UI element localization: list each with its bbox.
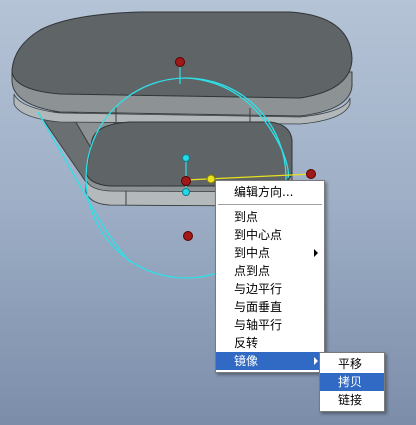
upper-plate-top-face[interactable] — [11, 11, 353, 99]
handle-point-red[interactable] — [306, 169, 316, 179]
menu-item-to-point[interactable]: 到点 — [216, 208, 324, 226]
menu-item-to-center-point[interactable]: 到中心点 — [216, 226, 324, 244]
menu-item-mirror[interactable]: 镜像 — [216, 352, 324, 370]
menu-item-edit-direction[interactable]: 编辑方向... — [216, 183, 324, 201]
menu-item-perpendicular-to-face[interactable]: 与面垂直 — [216, 298, 324, 316]
handle-point-cyan[interactable] — [182, 154, 190, 162]
handle-point-red[interactable] — [181, 176, 191, 186]
submenu-arrow-icon — [314, 249, 318, 257]
submenu-item-link[interactable]: 链接 — [320, 391, 384, 409]
menu-item-parallel-to-edge[interactable]: 与边平行 — [216, 280, 324, 298]
menu-item-point-to-point[interactable]: 点到点 — [216, 262, 324, 280]
menu-separator — [218, 204, 322, 205]
handle-point-cyan[interactable] — [182, 188, 190, 196]
submenu-arrow-icon — [314, 357, 318, 365]
menu-item-label: 到中点 — [234, 246, 271, 260]
menu-item-reverse[interactable]: 反转 — [216, 334, 324, 352]
handle-point-red[interactable] — [175, 57, 185, 67]
context-menu: 编辑方向... 到点 到中心点 到中点 点到点 与边平行 与面垂直 与轴平行 反… — [215, 180, 325, 373]
submenu-item-move[interactable]: 平移 — [320, 355, 384, 373]
handle-point-red[interactable] — [183, 231, 193, 241]
menu-item-label: 镜像 — [234, 354, 259, 368]
submenu-item-copy[interactable]: 拷贝 — [320, 373, 384, 391]
menu-item-to-midpoint[interactable]: 到中点 — [216, 244, 324, 262]
mirror-submenu: 平移 拷贝 链接 — [319, 352, 385, 412]
handle-point-yellow[interactable] — [206, 174, 216, 184]
menu-item-parallel-to-axis[interactable]: 与轴平行 — [216, 316, 324, 334]
3d-viewport[interactable]: 编辑方向... 到点 到中心点 到中点 点到点 与边平行 与面垂直 与轴平行 反… — [0, 0, 416, 425]
